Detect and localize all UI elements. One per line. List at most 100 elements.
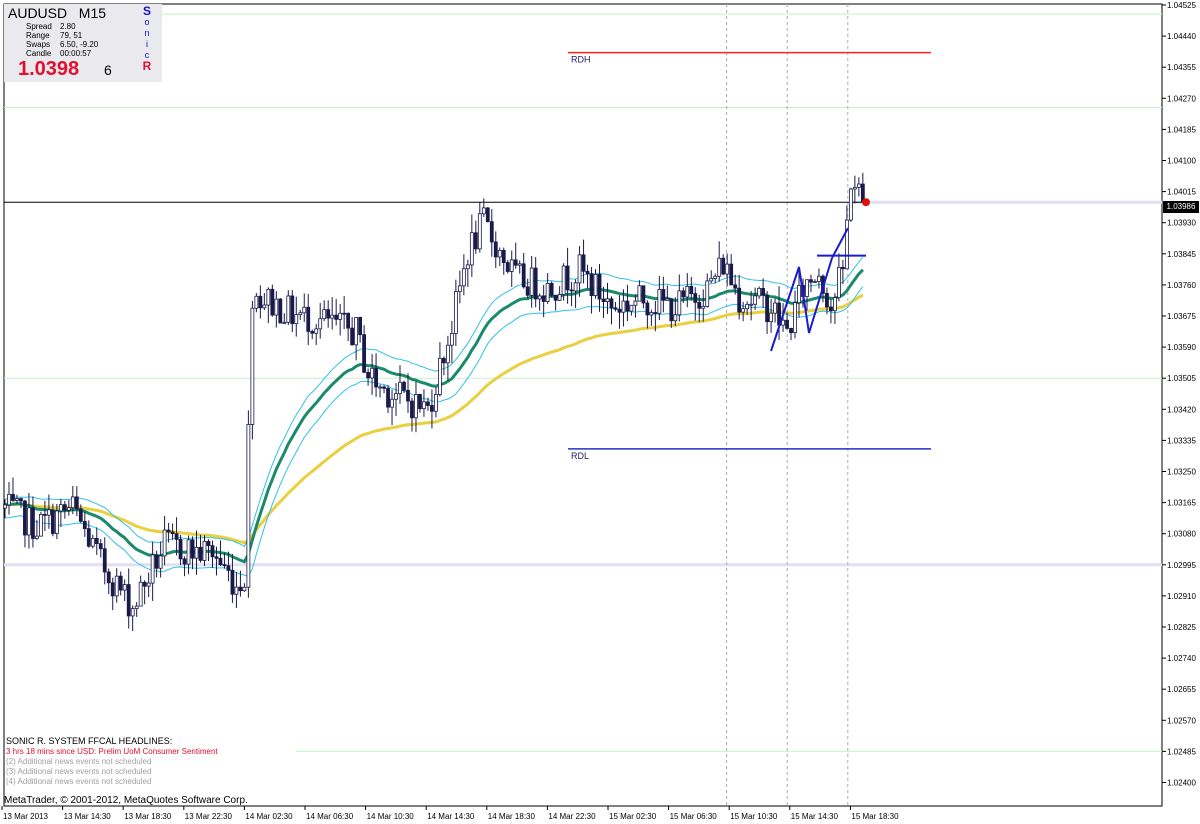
candle (533, 267, 538, 300)
candle (138, 581, 143, 607)
candle (797, 285, 801, 304)
candle (254, 295, 259, 309)
candle (98, 543, 103, 550)
candle (848, 188, 853, 221)
candle (485, 207, 490, 223)
chart-window[interactable]: RDH RDL 1.04525 1.04440 1.04355 1.04270 1.0418… (0, 0, 1200, 824)
range-row: Range 79, 51 (26, 31, 83, 40)
news-line: 3 hrs 18 mins since USD: Prelim UoM Cons… (6, 747, 218, 756)
candle (813, 281, 817, 283)
candle (789, 327, 793, 334)
candle (581, 254, 586, 272)
candle (282, 321, 287, 324)
candle (677, 290, 682, 316)
candle (701, 305, 706, 309)
timeframe-label: M15 (78, 5, 107, 21)
current-price-marker (862, 198, 870, 207)
price-chart[interactable]: RDH RDL 1.04525 1.04440 1.04355 1.04270 1.0418… (0, 0, 1200, 824)
candle (509, 259, 514, 272)
candle (617, 308, 622, 313)
candle (661, 289, 666, 301)
candle (358, 317, 363, 336)
candle (126, 584, 131, 617)
y-tick-label: 1.03505 (1167, 374, 1196, 383)
candle (641, 285, 646, 304)
candle (342, 312, 347, 315)
candle (374, 367, 378, 388)
candle (286, 295, 291, 323)
candle (190, 539, 195, 559)
y-tick-label: 1.03165 (1167, 499, 1196, 508)
candle (306, 306, 311, 332)
x-tick-label: 14 Mar 22:30 (548, 812, 596, 821)
candle (645, 302, 650, 316)
candle (294, 314, 299, 325)
candle (449, 333, 454, 346)
news-lines: 3 hrs 18 mins since USD: Prelim UoM Cons… (6, 747, 218, 787)
candle (653, 312, 658, 314)
candle (7, 493, 11, 506)
candle (793, 302, 797, 334)
candle (705, 280, 710, 307)
candle (378, 386, 382, 389)
candle (402, 381, 406, 391)
candle (250, 307, 255, 425)
candle (689, 285, 694, 295)
candle (86, 528, 91, 547)
candle (629, 304, 634, 312)
y-tick-label: 1.03420 (1167, 405, 1196, 414)
candle (354, 317, 359, 346)
x-tick-label: 14 Mar 10:30 (367, 812, 415, 821)
x-tick-label: 14 Mar 02:30 (245, 812, 293, 821)
y-tick-label: 1.03590 (1167, 343, 1196, 352)
candle (430, 405, 434, 412)
candle (19, 498, 23, 502)
candle (434, 394, 438, 412)
candle (773, 302, 777, 314)
candle (310, 331, 315, 334)
candle (394, 393, 398, 400)
candle (737, 287, 742, 313)
candle (613, 307, 618, 310)
candle (146, 582, 151, 587)
candle (186, 539, 191, 565)
candle (489, 221, 494, 243)
candle (350, 327, 355, 346)
candle (158, 555, 163, 569)
candle (505, 262, 510, 272)
sonic-r-brand: SonicR (140, 5, 154, 72)
y-tick-label: 1.04440 (1167, 32, 1196, 41)
candle (35, 535, 39, 539)
candle (62, 504, 67, 511)
candle (15, 498, 19, 501)
candle (741, 308, 746, 313)
candle (3, 504, 7, 509)
candle (713, 275, 718, 279)
candle (150, 554, 155, 584)
candle (238, 586, 243, 592)
candle (681, 290, 686, 298)
x-tick-label: 14 Mar 06:30 (306, 812, 354, 821)
candle (206, 540, 211, 547)
candle (749, 303, 754, 306)
candle (406, 389, 410, 402)
brand-letter: o (144, 17, 150, 27)
candle (673, 314, 678, 322)
candle (27, 507, 31, 536)
candle (314, 328, 319, 334)
candle (745, 303, 750, 310)
candle (23, 500, 27, 536)
candle (362, 334, 367, 373)
candle (844, 219, 849, 270)
candle (856, 183, 861, 188)
candle (633, 300, 638, 306)
candle (382, 386, 386, 389)
candle (74, 496, 79, 510)
candle (669, 298, 674, 322)
candle (114, 575, 119, 597)
candle (833, 297, 837, 312)
candle (390, 398, 394, 408)
candle (521, 263, 526, 288)
x-tick-label: 15 Mar 02:30 (609, 812, 657, 821)
y-tick-label: 1.02825 (1167, 623, 1196, 632)
